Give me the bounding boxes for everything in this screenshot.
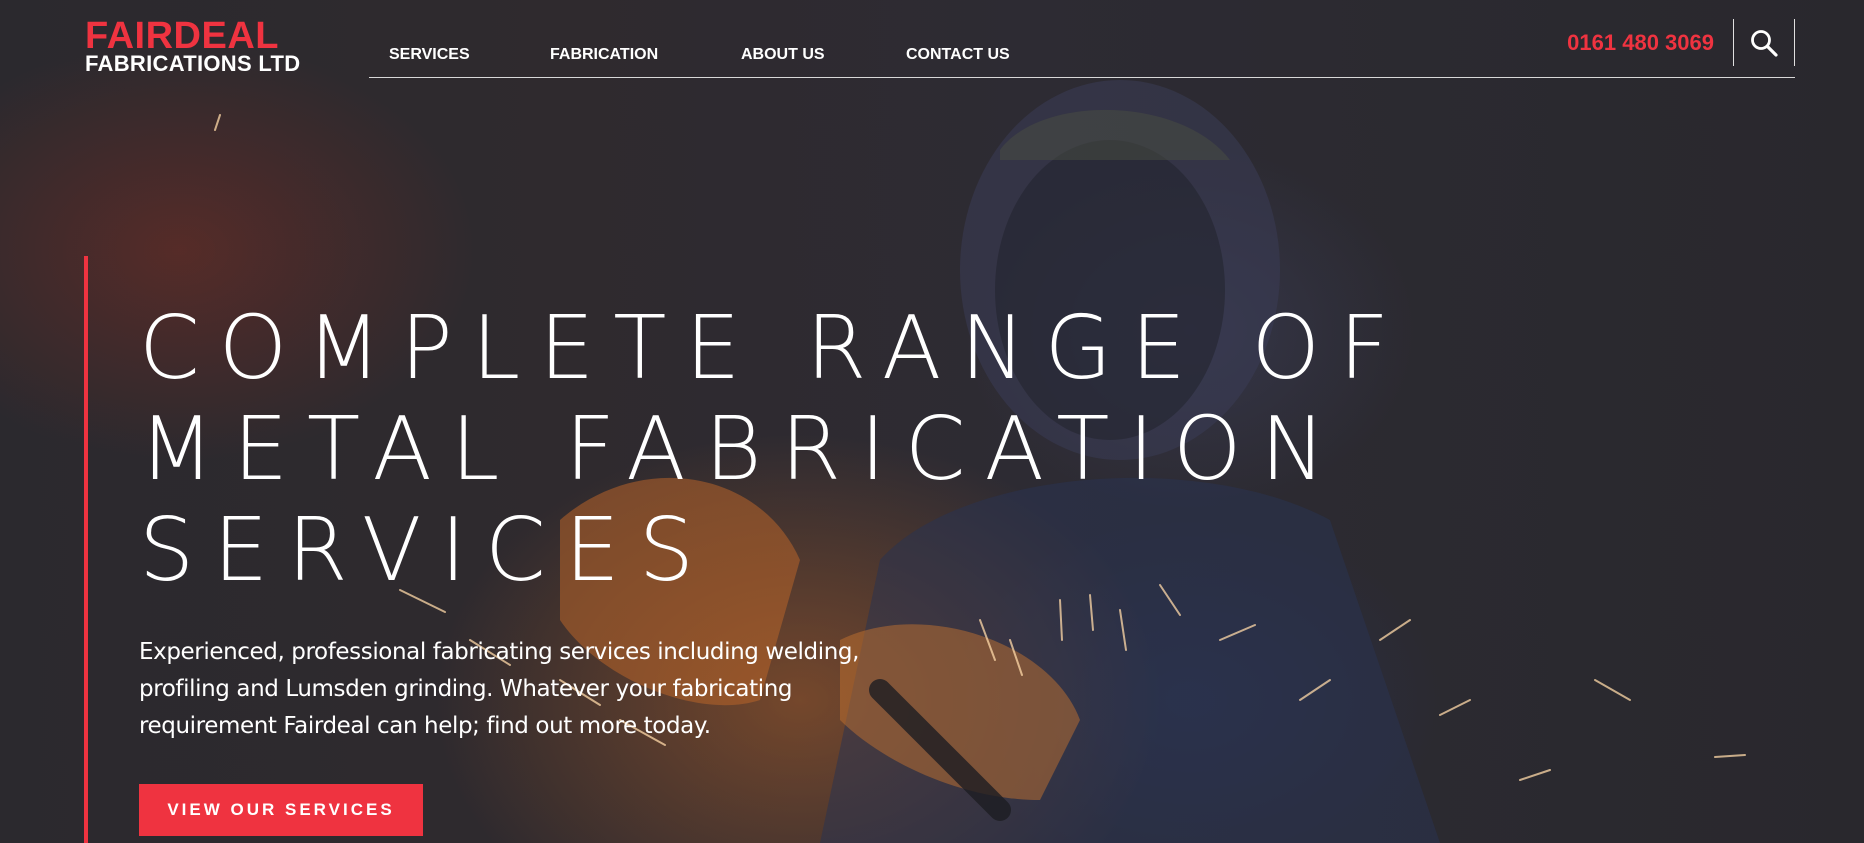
logo-line-1: FAIRDEAL — [85, 15, 279, 57]
intro-line-3: requirement Fairdeal can help; find out … — [139, 713, 711, 739]
headline-line-3: SERVICES — [139, 499, 714, 601]
search-icon — [1751, 29, 1778, 57]
headline-line-2: METAL FABRICATION — [139, 398, 1345, 500]
nav-item-contact-us[interactable]: CONTACT US — [906, 46, 1010, 64]
intro-line-1: Experienced, professional fabricating se… — [139, 639, 859, 665]
nav-item-about-us[interactable]: ABOUT US — [741, 46, 825, 64]
fairdeal-logo[interactable]: FAIRDEAL FABRICATIONS LTD — [85, 15, 315, 76]
nav-item-services[interactable]: SERVICES — [389, 46, 470, 64]
intro-line-2: profiling and Lumsden grinding. Whatever… — [139, 676, 793, 702]
view-our-services-button[interactable]: VIEW OUR SERVICES — [139, 784, 423, 836]
site-header: FAIRDEAL FABRICATIONS LTD SERVICES FABRI… — [0, 0, 1864, 90]
phone-number-link[interactable]: 0161 480 3069 — [1567, 30, 1714, 56]
headline-line-1: COMPLETE RANGE OF — [139, 297, 1409, 399]
hero-intro-text: Experienced, professional fabricating se… — [139, 634, 919, 745]
search-button[interactable] — [1733, 19, 1795, 66]
hero-headline: COMPLETE RANGE OF METAL FABRICATION SERV… — [139, 298, 1539, 601]
hero-accent-bar — [84, 256, 88, 843]
logo-line-2: FABRICATIONS LTD — [85, 51, 301, 76]
nav-item-fabrication[interactable]: FABRICATION — [550, 46, 658, 64]
